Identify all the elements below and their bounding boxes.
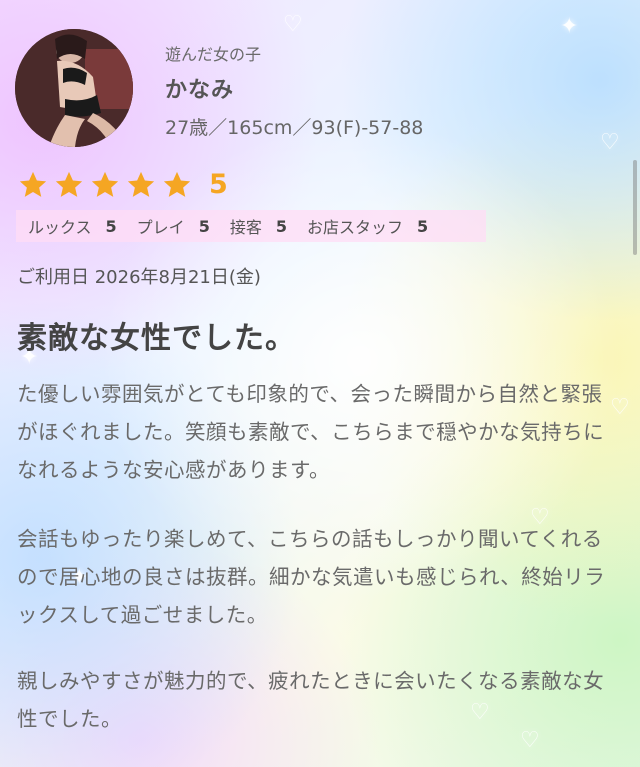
review-paragraph: 親しみやすさが魅力的で、疲れたときに会いたくなる素敵な女性でした。 [17,669,605,731]
profile-stats: 27歳／165cm／93(F)-57-88 [165,117,424,139]
girl-name[interactable]: かなみ [165,72,234,104]
rating-value: 5 [198,216,210,236]
rating-label: ルックス [28,218,92,237]
star-rating: 5 [17,170,228,200]
rating-label: プレイ [136,218,185,237]
star-icon [91,171,119,197]
rating-score: 5 [209,169,228,200]
sub-ratings: ルックス 5 プレイ 5 接客 5 お店スタッフ 5 [16,210,486,242]
rating-staff: お店スタッフ 5 [307,214,434,238]
visit-date: ご利用日 2026年8月21日(金) [17,267,261,288]
rating-value: 5 [417,216,429,236]
avatar-photo [15,29,133,147]
star-icon [127,171,155,197]
avatar[interactable] [15,29,133,147]
rating-play: プレイ 5 [137,214,216,238]
rating-value: 5 [105,216,117,236]
scrollbar[interactable] [633,160,637,255]
review-title: 素敵な女性でした。 [17,321,296,356]
rating-label: お店スタッフ [306,218,403,237]
star-icon [19,171,47,197]
rating-looks: ルックス 5 [28,214,123,238]
star-icon [163,171,191,197]
sparkle-decoration: ♡ [600,130,620,155]
rating-service: 接客 5 [230,214,293,238]
rating-label: 接客 [229,218,262,237]
review-paragraph: た優しい雰囲気がとても印象的で、会った瞬間から自然と緊張がほぐれました。笑顔も素… [17,382,605,482]
star-icon [55,171,83,197]
rating-value: 5 [275,216,287,236]
profile-label: 遊んだ女の子 [165,45,262,64]
sparkle-decoration: ✦ [560,14,579,39]
review-paragraph: 会話もゆったり楽しめて、こちらの話もしっかり聞いてくれるので居心地の良さは抜群。… [17,527,606,627]
sparkle-decoration: ♡ [283,12,303,37]
